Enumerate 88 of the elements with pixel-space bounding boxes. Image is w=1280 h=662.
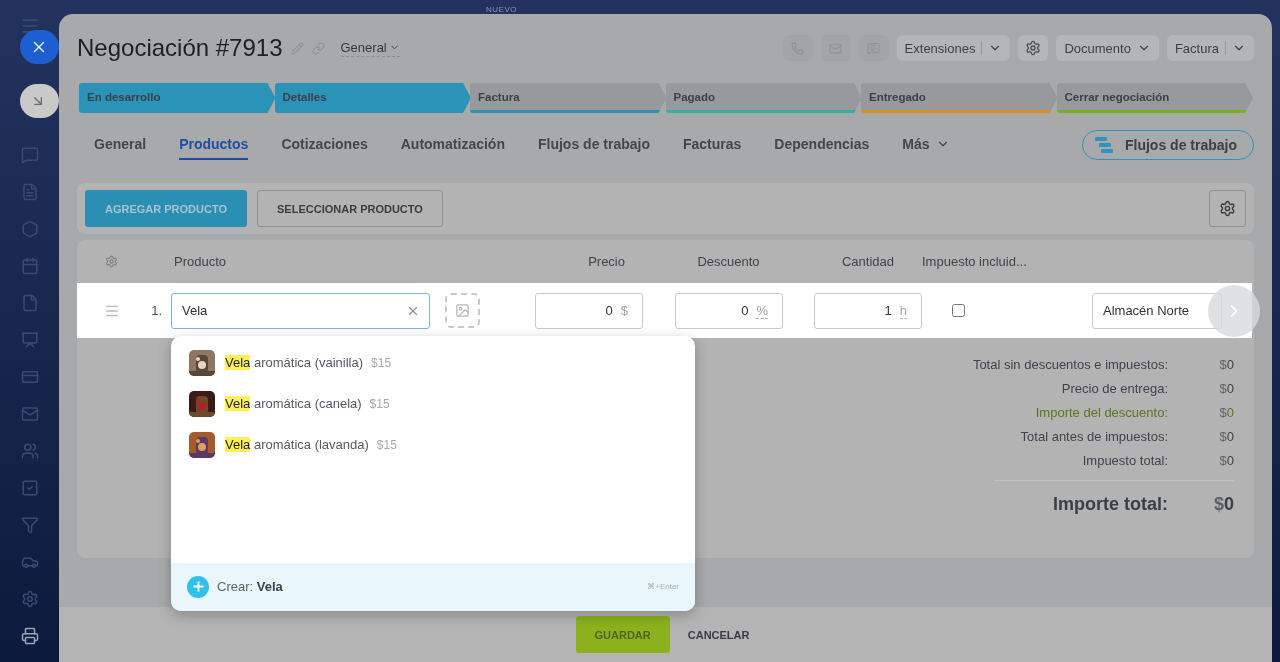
total-label: Impuesto total: (1082, 453, 1168, 468)
stage-step[interactable]: Factura (470, 83, 667, 113)
mail-icon[interactable] (20, 405, 39, 423)
save-button[interactable]: GUARDAR (575, 616, 670, 653)
pencil-icon[interactable] (290, 41, 304, 55)
product-search-field[interactable]: Vela (171, 292, 430, 329)
calendar-icon[interactable] (20, 257, 39, 275)
total-label: Precio de entrega: (1061, 381, 1168, 396)
settings-icon (1219, 200, 1236, 217)
stage-step[interactable]: Pagado (665, 83, 862, 113)
phone-button[interactable] (782, 35, 813, 61)
chat-button[interactable] (858, 35, 889, 61)
shortcut-hint: ⌘+Enter (647, 582, 679, 591)
suggestion-item[interactable]: Vela aromática (lavanda) $15 (189, 431, 695, 458)
document-icon[interactable] (20, 183, 39, 201)
new-label: NUEVO (486, 5, 517, 14)
stage-step[interactable]: En desarrollo (79, 83, 276, 113)
tab[interactable]: General (94, 130, 147, 160)
total-label: Importe del descuento: (1035, 405, 1168, 420)
quantity-field[interactable]: 1 h (814, 292, 922, 329)
suggestion-name: Vela aromática (lavanda) (225, 437, 369, 452)
category-dropdown[interactable]: General (340, 39, 400, 57)
settings-icon (1025, 40, 1042, 56)
scroll-right-button[interactable] (1208, 285, 1260, 337)
create-option[interactable]: Crear: Vela ⌘+Enter (171, 562, 695, 611)
cancel-button[interactable]: CANCELAR (681, 627, 756, 642)
settings-button[interactable] (1209, 190, 1246, 227)
close-button[interactable] (20, 30, 59, 64)
stage-step[interactable]: Detalles (274, 83, 471, 113)
card-icon[interactable] (20, 368, 39, 386)
tab[interactable]: Cotizaciones (281, 130, 368, 160)
presentation-icon[interactable] (20, 331, 39, 349)
tab[interactable]: Dependencias (774, 130, 870, 160)
tab[interactable]: Facturas (683, 130, 742, 160)
suggestion-item[interactable]: Vela aromática (vainilla) $15 (189, 349, 695, 376)
suggestion-name: Vela aromática (canela) (225, 396, 362, 411)
image-icon (455, 303, 470, 318)
total-value: $0 (1218, 405, 1234, 420)
column-header: Producto (173, 254, 228, 269)
suggestion-item[interactable]: Vela aromática (canela) $15 (189, 390, 695, 417)
gear-icon[interactable] (104, 255, 118, 268)
dropdown-button[interactable]: Documento (1056, 35, 1159, 61)
minimize-button[interactable] (20, 84, 59, 118)
settings-button[interactable] (1018, 35, 1049, 61)
hexagon-icon[interactable] (20, 220, 39, 238)
link-icon[interactable] (311, 41, 325, 55)
discount-field[interactable]: 0 % (675, 292, 783, 329)
filter-icon[interactable] (20, 516, 39, 534)
column-header: Cantidad (840, 254, 895, 269)
stage-step[interactable]: Entregado (861, 83, 1058, 113)
chat-icon[interactable] (20, 146, 39, 164)
column-header: Descuento (696, 254, 761, 269)
printer-icon[interactable] (20, 627, 39, 645)
tax-checkbox[interactable] (952, 304, 965, 317)
gear-icon[interactable] (20, 590, 39, 608)
split-dropdown-button[interactable]: Extensiones (896, 35, 1011, 61)
tab[interactable]: Productos (179, 130, 249, 160)
select-product-button[interactable]: SELECCIONAR PRODUCTO (257, 190, 443, 227)
suggestion-price: $15 (376, 437, 397, 452)
grand-total-label: Importe total: (1053, 494, 1168, 515)
plus-icon (187, 575, 209, 598)
image-placeholder[interactable] (445, 293, 480, 328)
price-field[interactable]: 0 $ (535, 292, 643, 329)
file-icon[interactable] (20, 294, 39, 312)
total-value: $0 (1218, 357, 1234, 372)
total-label: Total antes de impuestos: (1020, 429, 1168, 444)
deal-title: Negociación #7913 (77, 34, 283, 62)
suggestion-price: $15 (371, 355, 392, 370)
workflow-icon (1093, 136, 1115, 154)
suggestion-price: $15 (369, 396, 390, 411)
total-label: Total sin descuentos e impuestos: (972, 357, 1168, 372)
split-dropdown-button[interactable]: Factura (1166, 35, 1254, 61)
suggestion-name: Vela aromática (vainilla) (225, 355, 364, 370)
column-header: Impuesto incluid... (922, 254, 1028, 269)
total-value: $0 (1218, 381, 1234, 396)
total-value: $0 (1218, 429, 1234, 444)
row-number: 1. (150, 303, 163, 318)
create-label: Crear: Vela (217, 579, 283, 594)
grand-total-value: $0 (1212, 494, 1234, 515)
checkbox-icon[interactable] (20, 479, 39, 497)
tab[interactable]: Automatización (400, 130, 505, 160)
total-value: $0 (1218, 453, 1234, 468)
column-header: Precio (587, 254, 626, 269)
tab[interactable]: Flujos de trabajo (537, 130, 650, 160)
users-icon[interactable] (20, 442, 39, 460)
stage-step[interactable]: Cerrar negociación (1056, 83, 1253, 113)
mail-button[interactable] (820, 35, 851, 61)
tab[interactable]: Más (902, 130, 950, 160)
